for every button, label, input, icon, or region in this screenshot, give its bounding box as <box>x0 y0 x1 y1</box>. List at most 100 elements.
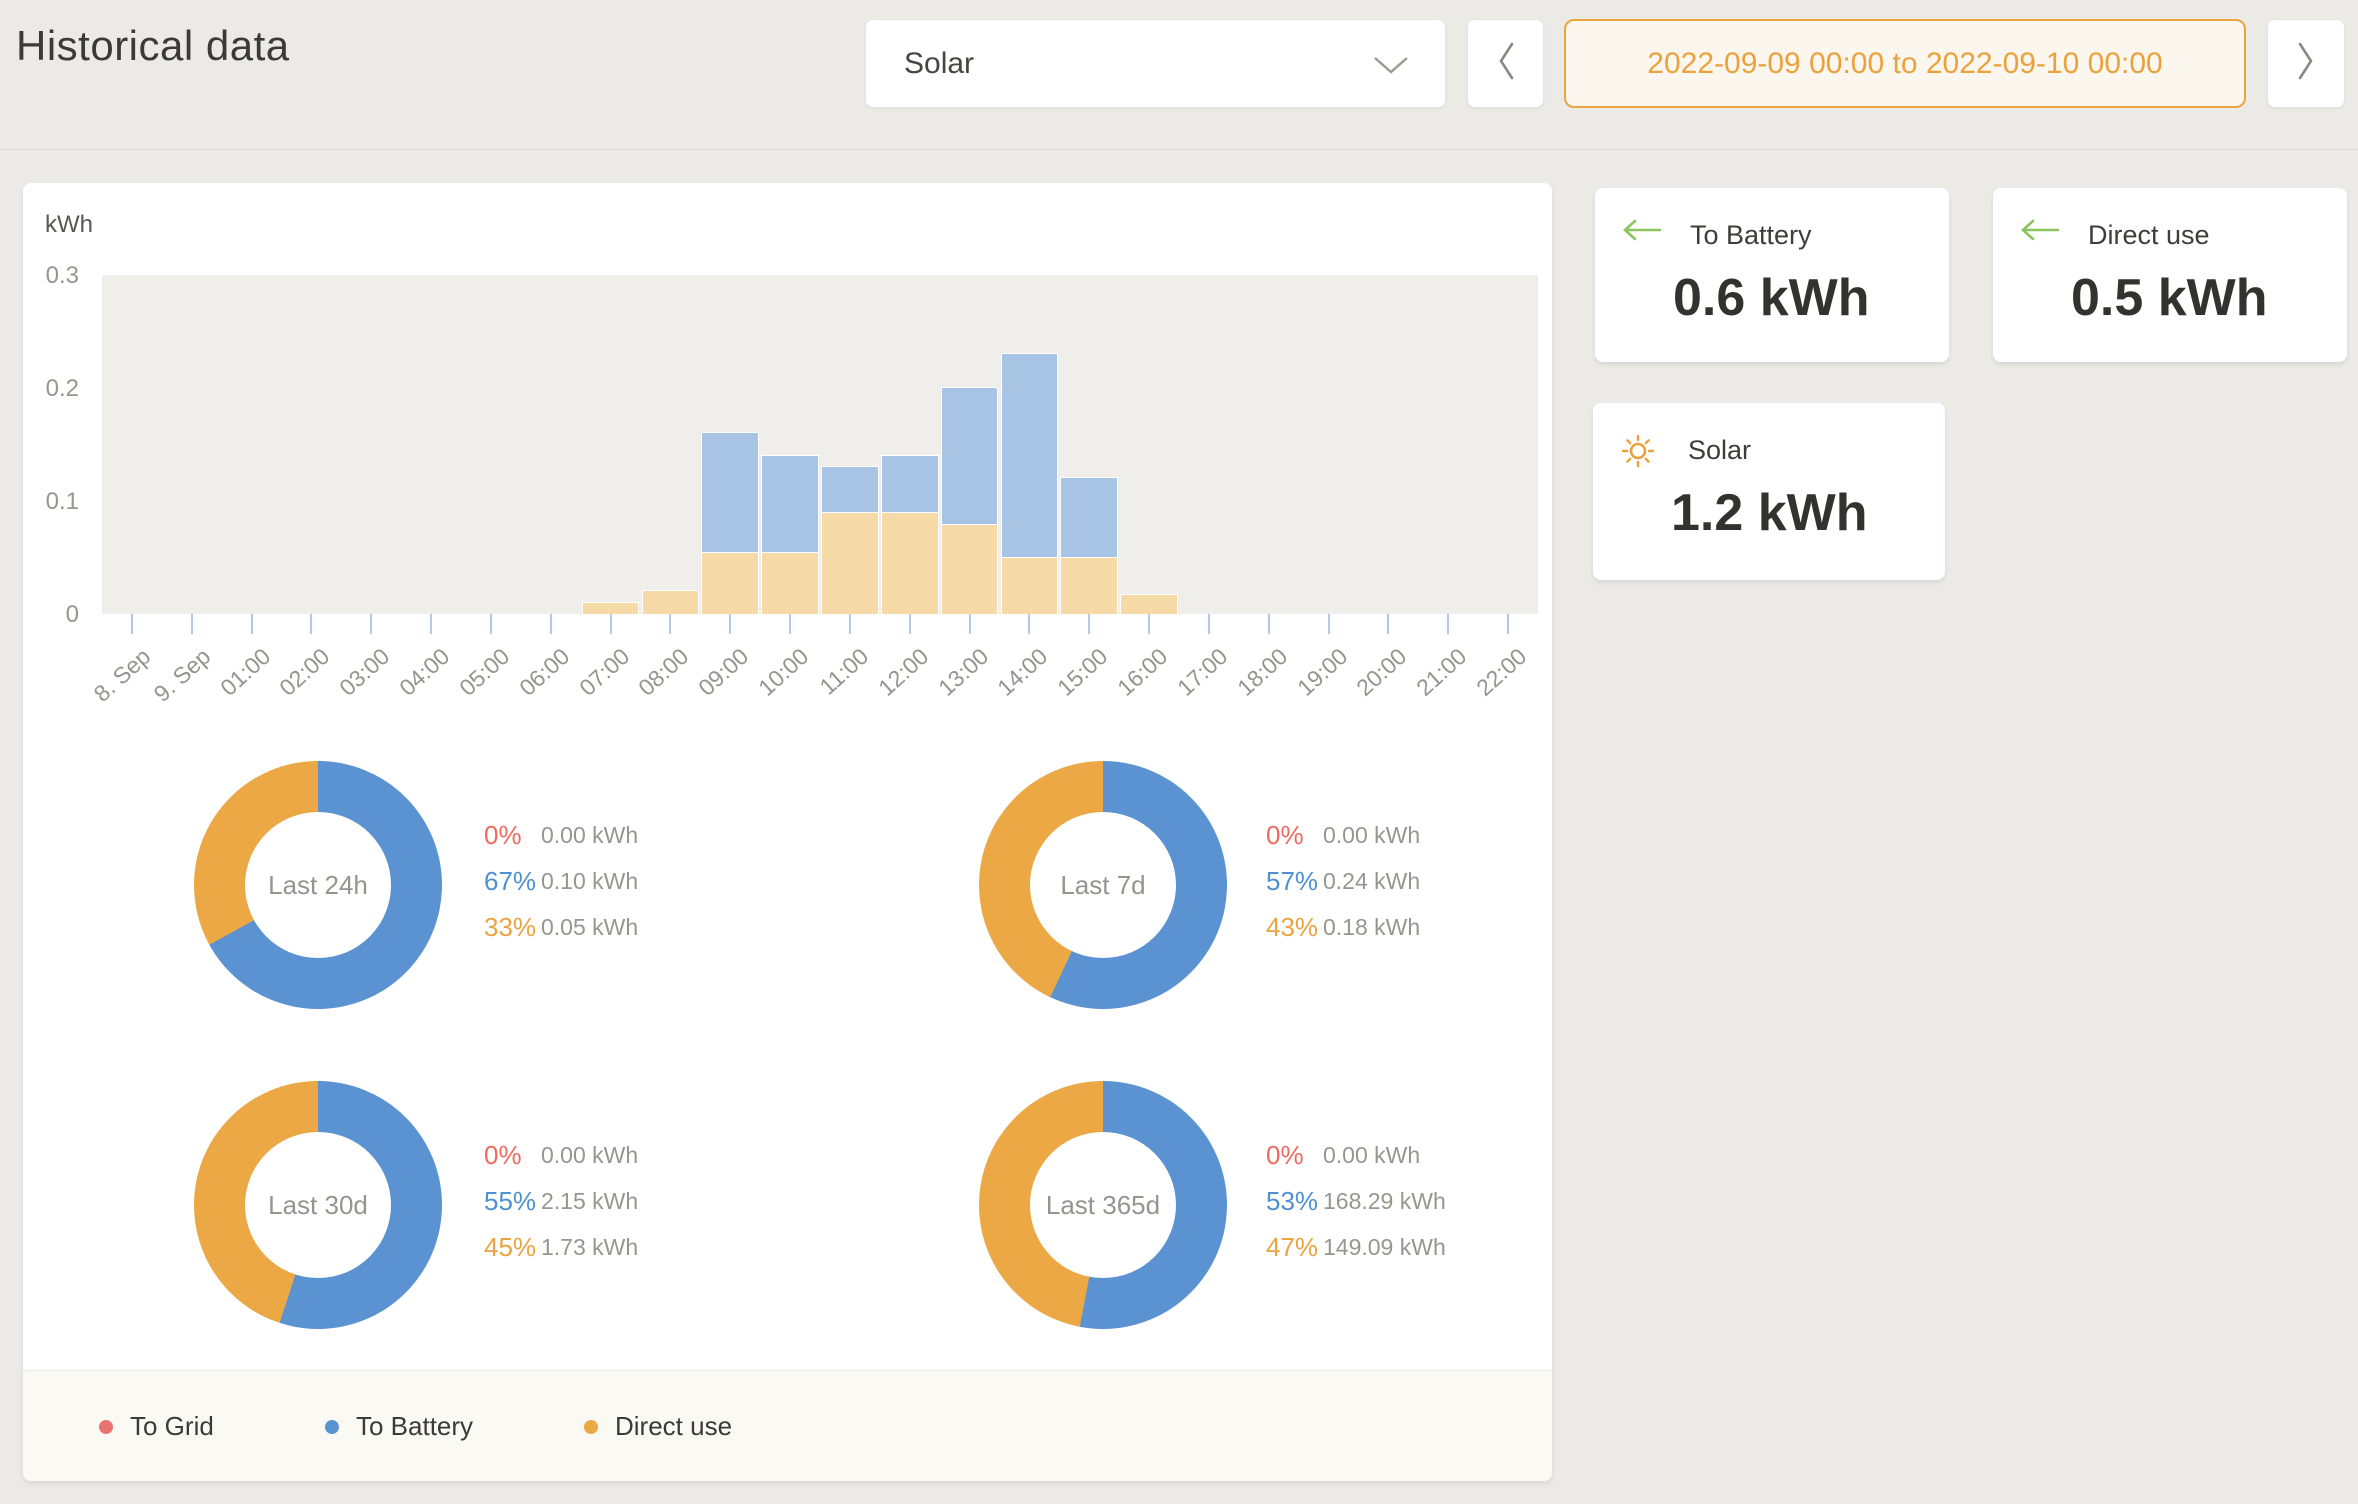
donut-period-label: Last 30d <box>268 1190 368 1221</box>
summary-card-solar: Solar 1.2 kWh <box>1593 403 1945 580</box>
stat-row: 0%0.00 kWh <box>1266 1132 1446 1178</box>
header-divider <box>0 149 2358 150</box>
donut-stats: 0%0.00 kWh55%2.15 kWh45%1.73 kWh <box>484 1132 638 1270</box>
legend-dot <box>99 1420 113 1434</box>
x-tick-label: 22:00 <box>1471 643 1532 702</box>
x-tick <box>251 614 253 634</box>
x-tick <box>310 614 312 634</box>
x-tick <box>849 614 851 634</box>
x-tick-label: 13:00 <box>933 643 994 702</box>
bar-segment-direct-use <box>1002 558 1058 615</box>
stat-row: 67%0.10 kWh <box>484 858 638 904</box>
x-tick-label: 01:00 <box>215 643 276 702</box>
bar-segment-direct-use <box>882 512 938 614</box>
x-tick <box>1447 614 1449 634</box>
x-tick-label: 10:00 <box>753 643 814 702</box>
bar-segment-to-battery <box>822 467 878 512</box>
x-tick-label: 09:00 <box>694 643 755 702</box>
donut-period-label: Last 24h <box>268 870 368 901</box>
card-value: 1.2 kWh <box>1671 483 1868 543</box>
date-range-label: 2022-09-09 00:00 to 2022-09-10 00:00 <box>1647 47 2162 81</box>
legend-item-direct-use[interactable]: Direct use <box>584 1371 732 1482</box>
donut-chart-last-24h: Last 24h <box>194 761 442 1009</box>
stat-row: 0%0.00 kWh <box>484 1132 638 1178</box>
stat-row: 47%149.09 kWh <box>1266 1224 1446 1270</box>
y-tick-label: 0 <box>23 602 79 628</box>
bar-segment-to-battery <box>882 456 938 513</box>
stat-percent: 57% <box>1266 866 1323 897</box>
chevron-right-icon <box>2296 40 2316 87</box>
donut-stats: 0%0.00 kWh67%0.10 kWh33%0.05 kWh <box>484 812 638 950</box>
x-tick-label: 15:00 <box>1053 643 1114 702</box>
donut-chart-last-30d: Last 30d <box>194 1081 442 1329</box>
stat-value: 0.00 kWh <box>1323 822 1420 849</box>
card-value: 0.5 kWh <box>2071 268 2268 328</box>
legend-dot <box>584 1420 598 1434</box>
x-tick-label: 04:00 <box>394 643 455 702</box>
arrow-left-icon <box>2020 218 2060 247</box>
chevron-left-icon <box>1496 40 1516 87</box>
bar-segment-direct-use <box>1061 558 1117 615</box>
chevron-down-icon <box>1373 56 1409 79</box>
x-tick <box>1028 614 1030 634</box>
bar-segment-direct-use <box>762 552 818 614</box>
donut-hole: Last 30d <box>245 1132 391 1278</box>
donut-chart-last-365d: Last 365d <box>979 1081 1227 1329</box>
legend-label: To Grid <box>130 1411 214 1442</box>
summary-card-to-battery: To Battery 0.6 kWh <box>1595 188 1949 362</box>
stat-row: 0%0.00 kWh <box>1266 812 1420 858</box>
stat-percent: 0% <box>484 1140 541 1171</box>
legend-item-to-grid[interactable]: To Grid <box>99 1371 214 1482</box>
donut-hole: Last 365d <box>1030 1132 1176 1278</box>
x-tick <box>669 614 671 634</box>
legend-dot <box>325 1420 339 1434</box>
x-tick <box>1208 614 1210 634</box>
plot-background <box>102 275 1538 614</box>
card-title: To Battery <box>1690 220 1812 251</box>
meter-select-value: Solar <box>904 47 974 81</box>
stat-percent: 0% <box>1266 1140 1323 1171</box>
x-tick <box>490 614 492 634</box>
x-tick-label: 17:00 <box>1172 643 1233 702</box>
stat-value: 0.00 kWh <box>1323 1142 1420 1169</box>
previous-period-button[interactable] <box>1467 19 1544 108</box>
stat-percent: 53% <box>1266 1186 1323 1217</box>
card-title: Direct use <box>2088 220 2210 251</box>
y-tick-label: 0.1 <box>23 489 79 515</box>
stat-percent: 33% <box>484 912 541 943</box>
x-tick-label: 07:00 <box>574 643 635 702</box>
x-tick-label: 12:00 <box>873 643 934 702</box>
x-tick <box>550 614 552 634</box>
x-tick <box>1268 614 1270 634</box>
card-title: Solar <box>1688 435 1751 466</box>
legend-item-to-battery[interactable]: To Battery <box>325 1371 473 1482</box>
x-tick <box>1328 614 1330 634</box>
donut-period-label: Last 7d <box>1060 870 1145 901</box>
bar-segment-direct-use <box>942 524 998 614</box>
x-tick-label: 08:00 <box>634 643 695 702</box>
x-tick-label: 19:00 <box>1292 643 1353 702</box>
stat-row: 33%0.05 kWh <box>484 904 638 950</box>
x-tick-label: 9. Sep <box>148 643 215 708</box>
x-tick-label: 14:00 <box>993 643 1054 702</box>
stat-percent: 55% <box>484 1186 541 1217</box>
stat-percent: 45% <box>484 1232 541 1263</box>
x-tick <box>1148 614 1150 634</box>
stat-value: 0.00 kWh <box>541 822 638 849</box>
next-period-button[interactable] <box>2267 19 2345 108</box>
bar-segment-direct-use <box>643 591 699 614</box>
historical-chart-card: kWh 0.30.20.10 8. Sep9. Sep01:0002:0003:… <box>23 183 1552 1481</box>
donut-stats: 0%0.00 kWh57%0.24 kWh43%0.18 kWh <box>1266 812 1420 950</box>
bar-segment-to-battery <box>1002 354 1058 557</box>
x-tick <box>1088 614 1090 634</box>
x-tick <box>610 614 612 634</box>
x-tick <box>1507 614 1509 634</box>
meter-select-dropdown[interactable]: Solar <box>865 19 1446 108</box>
chart-legend-footer: To Grid To Battery Direct use <box>23 1370 1552 1481</box>
x-tick <box>370 614 372 634</box>
donut-stats: 0%0.00 kWh53%168.29 kWh47%149.09 kWh <box>1266 1132 1446 1270</box>
date-range-button[interactable]: 2022-09-09 00:00 to 2022-09-10 00:00 <box>1564 19 2246 108</box>
stat-value: 168.29 kWh <box>1323 1188 1446 1215</box>
stat-percent: 0% <box>1266 820 1323 851</box>
stat-value: 0.05 kWh <box>541 914 638 941</box>
